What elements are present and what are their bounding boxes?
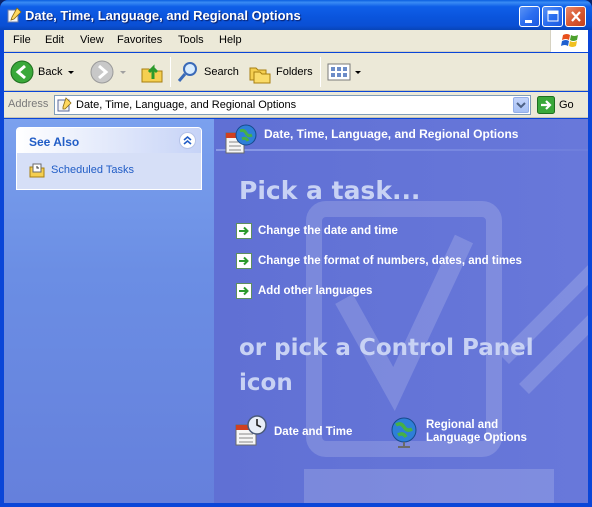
forward-dropdown-icon[interactable] <box>120 70 126 74</box>
folders-button[interactable]: Folders <box>248 57 313 87</box>
back-button[interactable]: Back <box>10 57 75 87</box>
address-dropdown-button[interactable] <box>513 97 529 113</box>
see-also-item-scheduled-tasks[interactable]: Scheduled Tasks <box>29 162 134 178</box>
explorer-window: Date, Time, Language, and Regional Optio… <box>0 0 592 507</box>
task-change-date-time[interactable]: Change the date and time <box>236 223 398 239</box>
menu-help[interactable]: Help <box>219 34 242 46</box>
minimize-button[interactable] <box>519 6 540 27</box>
forward-arrow-icon <box>90 60 114 84</box>
close-icon <box>571 11 581 22</box>
views-grid-icon <box>327 63 351 81</box>
pick-task-heading: Pick a task... <box>239 176 421 205</box>
control-panel-item-label: Regional and Language Options <box>426 419 527 445</box>
task-arrow-icon <box>236 283 252 299</box>
control-panel-item-label: Date and Time <box>274 425 353 438</box>
or-pick-heading: or pick a Control Panel icon <box>239 335 534 396</box>
address-label: Address <box>8 98 49 110</box>
date-time-icon <box>235 415 267 446</box>
see-also-header[interactable]: See Also <box>17 128 201 153</box>
page-title: Date, Time, Language, and Regional Optio… <box>264 127 519 141</box>
collapse-button[interactable] <box>179 132 196 149</box>
globe-icon <box>391 417 417 448</box>
content-area: See Also Scheduled Tasks Date, Time, Lan… <box>4 119 588 503</box>
see-also-item-label: Scheduled Tasks <box>51 164 134 176</box>
chevron-down-icon <box>516 102 526 109</box>
task-arrow-icon <box>236 223 252 239</box>
window-title: Date, Time, Language, and Regional Optio… <box>25 8 301 23</box>
see-also-title: See Also <box>29 135 80 149</box>
back-arrow-icon <box>10 60 34 84</box>
task-change-number-format[interactable]: Change the format of numbers, dates, and… <box>236 253 522 269</box>
folder-pen-icon <box>7 7 22 23</box>
toolbar-separator <box>320 57 321 87</box>
address-value: Date, Time, Language, and Regional Optio… <box>76 99 297 111</box>
standard-toolbar: Back Search Folders <box>4 53 588 91</box>
folder-up-icon <box>141 64 163 83</box>
task-label: Change the format of numbers, dates, and… <box>258 255 522 267</box>
menu-edit[interactable]: Edit <box>45 34 64 46</box>
task-pane: See Also Scheduled Tasks <box>4 119 214 503</box>
folders-label: Folders <box>276 66 313 78</box>
maximize-icon <box>547 10 559 22</box>
address-input[interactable]: Date, Time, Language, and Regional Optio… <box>54 95 531 115</box>
menu-file[interactable]: File <box>13 34 31 46</box>
control-panel-item-date-time[interactable]: Date and Time <box>234 415 352 449</box>
windows-logo <box>550 30 588 52</box>
title-bar[interactable]: Date, Time, Language, and Regional Optio… <box>0 0 592 30</box>
task-add-languages[interactable]: Add other languages <box>236 283 372 299</box>
menu-view[interactable]: View <box>80 34 104 46</box>
address-bar: Address Date, Time, Language, and Region… <box>4 92 588 118</box>
toolbar-separator <box>170 57 171 87</box>
views-dropdown-icon[interactable] <box>355 70 361 74</box>
windows-flag-icon <box>561 34 578 47</box>
folders-icon <box>249 67 271 84</box>
label-line-1: Regional and <box>426 419 499 431</box>
maximize-button[interactable] <box>542 6 563 27</box>
task-arrow-icon <box>236 253 252 269</box>
see-also-panel: See Also Scheduled Tasks <box>16 127 202 190</box>
regional-options-icon <box>225 124 257 154</box>
menu-tools[interactable]: Tools <box>178 34 204 46</box>
control-panel-icon <box>57 97 72 112</box>
menu-favorites[interactable]: Favorites <box>117 34 162 46</box>
task-label: Change the date and time <box>258 225 398 237</box>
label-line-2: Language Options <box>426 432 527 444</box>
up-button[interactable] <box>140 57 164 87</box>
views-button[interactable] <box>326 57 361 87</box>
go-label: Go <box>559 99 574 111</box>
back-label: Back <box>38 66 63 78</box>
close-button[interactable] <box>565 6 586 27</box>
search-icon <box>177 62 197 82</box>
header-divider <box>216 149 588 151</box>
forward-button[interactable] <box>90 57 126 87</box>
back-dropdown-icon[interactable] <box>68 70 75 74</box>
go-button[interactable]: Go <box>537 96 574 114</box>
search-button[interactable]: Search <box>176 57 239 87</box>
scheduled-tasks-icon <box>29 163 45 178</box>
control-panel-item-regional-language[interactable]: Regional and Language Options <box>390 415 527 449</box>
menu-bar: File Edit View Favorites Tools Help <box>4 30 588 52</box>
task-label: Add other languages <box>258 285 373 297</box>
search-label: Search <box>204 66 239 78</box>
chevron-double-up-icon <box>183 135 192 145</box>
minimize-icon <box>525 20 532 23</box>
go-arrow-icon <box>537 96 555 114</box>
